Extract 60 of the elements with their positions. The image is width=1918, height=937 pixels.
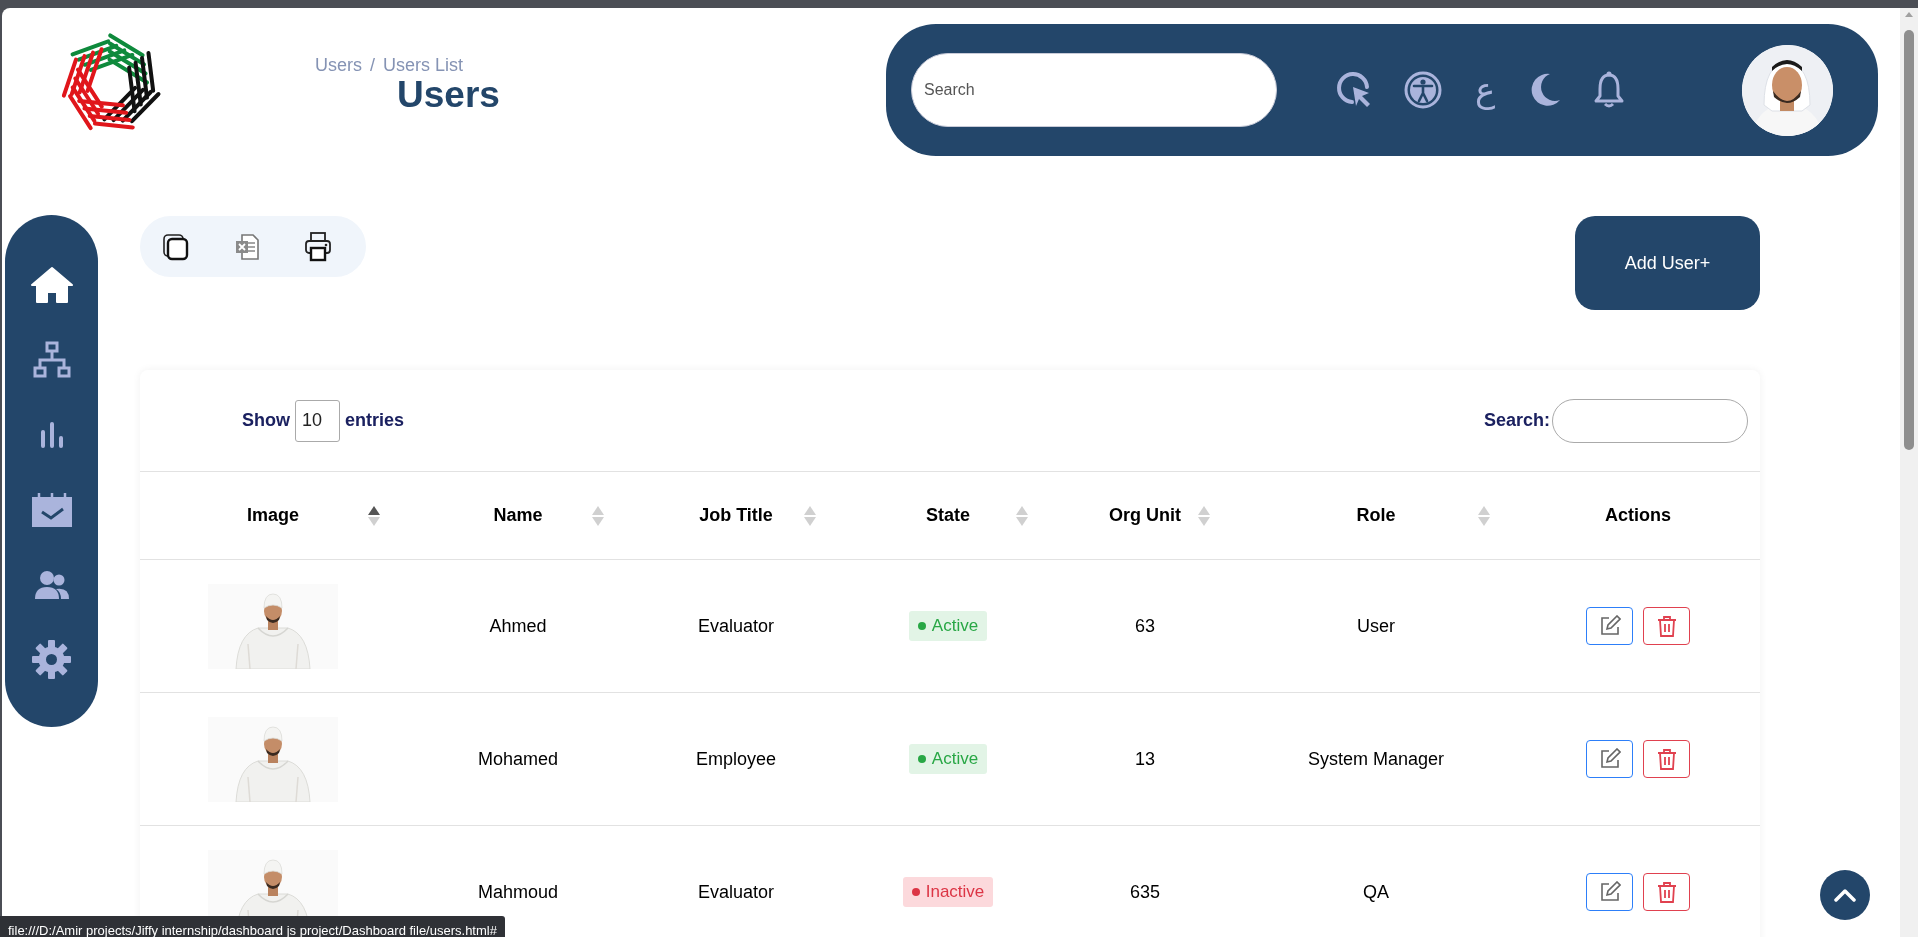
status-badge: Inactive — [902, 877, 994, 907]
entries-label: entries — [345, 409, 405, 432]
table-search-field[interactable] — [1552, 398, 1748, 443]
table-cell-text: Mohamed — [477, 747, 558, 771]
edit-button[interactable] — [1586, 740, 1633, 778]
scrollbar[interactable] — [1900, 8, 1918, 937]
breadcrumb-separator: / — [370, 54, 376, 77]
column-header[interactable]: State — [926, 502, 970, 529]
table-cell-text: QA — [1363, 880, 1389, 904]
edit-icon — [1598, 881, 1621, 903]
bell-icon[interactable] — [1593, 71, 1626, 109]
users-icon[interactable] — [33, 569, 70, 600]
cursor-click-icon[interactable] — [1335, 71, 1373, 109]
excel-file-icon[interactable] — [234, 232, 260, 261]
column-header[interactable]: Name — [493, 502, 543, 529]
table-cell-text: User — [1357, 614, 1395, 638]
delete-button[interactable] — [1643, 873, 1690, 911]
trash-icon — [1656, 615, 1677, 637]
edit-button[interactable] — [1586, 607, 1633, 645]
home-icon[interactable] — [29, 265, 74, 304]
column-header[interactable]: Image — [247, 502, 299, 529]
trash-icon — [1656, 748, 1677, 770]
status-badge: Active — [908, 744, 988, 774]
table-cell-text: Mahmoud — [477, 880, 558, 904]
column-header[interactable]: Role — [1356, 502, 1396, 529]
language-toggle[interactable]: ع — [1473, 71, 1498, 109]
edit-icon — [1598, 615, 1621, 637]
table-cell-text: Employee — [695, 747, 776, 771]
trash-icon — [1656, 881, 1677, 903]
column-header[interactable]: Org Unit — [1109, 502, 1181, 529]
hierarchy-icon[interactable] — [32, 340, 71, 379]
add-user-button[interactable]: Add User+ — [1575, 216, 1760, 310]
table-cell-text: 13 — [1135, 747, 1155, 771]
search-label: Search: — [1483, 409, 1550, 432]
accessibility-icon[interactable] — [1404, 71, 1442, 109]
edit-button[interactable] — [1586, 873, 1633, 911]
delete-button[interactable] — [1643, 607, 1690, 645]
search-field[interactable]: Search — [911, 53, 1277, 127]
edit-icon — [1598, 748, 1621, 770]
status-badge: Active — [908, 611, 988, 641]
table-cell-text: System Manager — [1307, 747, 1445, 771]
table-cell-text: Ahmed — [489, 614, 547, 638]
sort-arrows-icon[interactable] — [368, 505, 380, 527]
settings-icon[interactable] — [32, 640, 71, 679]
printer-icon[interactable] — [304, 231, 332, 262]
bar-chart-icon[interactable] — [38, 421, 65, 448]
calendar-check-icon[interactable] — [30, 491, 73, 528]
delete-button[interactable] — [1643, 740, 1690, 778]
table-cell-text: Evaluator — [697, 880, 774, 904]
table-cell-text: 63 — [1135, 614, 1155, 638]
caret-up-icon[interactable] — [1904, 10, 1914, 18]
table-cell-text: 635 — [1129, 880, 1160, 904]
copy-icon[interactable] — [162, 232, 190, 261]
status-bar: file:///D:/Amir projects/Jiffy internship/dashboard js project/Dashboard file/users.html# — [0, 916, 505, 937]
column-header[interactable]: Job Title — [699, 502, 773, 529]
column-header[interactable]: Actions — [1605, 502, 1671, 529]
chevron-up-icon — [1834, 888, 1856, 902]
show-label: Show — [242, 409, 290, 432]
table-cell-text: Evaluator — [697, 614, 774, 638]
page-length-select[interactable]: 10 — [295, 399, 340, 442]
